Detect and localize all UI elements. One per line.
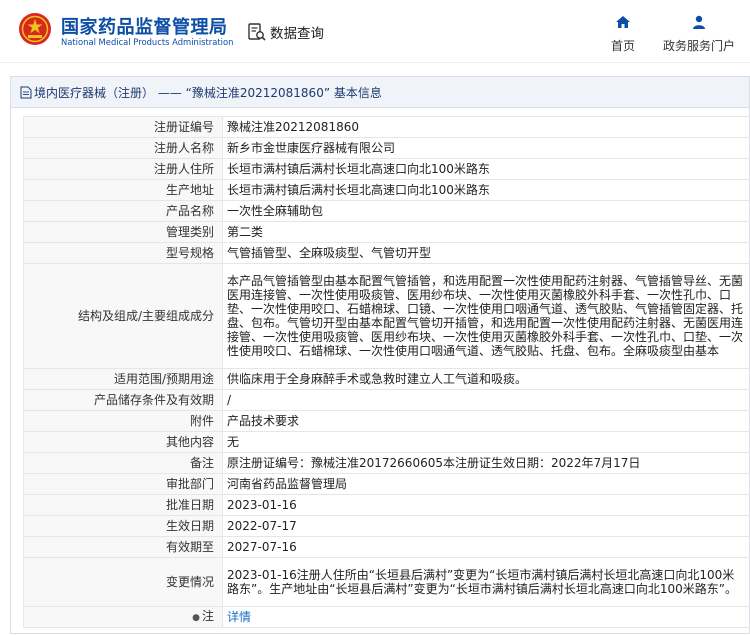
field-label: 注册人名称	[23, 137, 223, 159]
field-value: 本产品气管插管型由基本配置气管插管，和选用配置一次性使用配药注射器、气管插管导丝…	[222, 263, 750, 369]
field-value: /	[222, 389, 750, 411]
table-row: 变更情况 2023-01-16注册人住所由“长垣县后满村”变更为“长垣市满村镇后满…	[23, 557, 750, 607]
document-search-icon	[248, 23, 266, 41]
field-label: 型号规格	[23, 242, 223, 264]
user-icon	[693, 15, 705, 29]
field-label: 适用范围/预期用途	[23, 368, 223, 390]
field-value: 供临床用于全身麻醉手术或急救时建立人工气道和吸痰。	[222, 368, 750, 390]
field-label: 变更情况	[23, 557, 223, 607]
table-row: 生效日期 2022-07-17	[23, 515, 750, 537]
field-value: 长垣市满村镇后满村长垣北高速口向北100米路东	[222, 158, 750, 180]
table-row: 型号规格 气管插管型、全麻吸痰型、气管切开型	[23, 242, 750, 264]
field-label: 结构及组成/主要组成成分	[23, 263, 223, 369]
org-name-cn: 国家药品监督管理局	[61, 17, 228, 38]
field-label: 其他内容	[23, 431, 223, 453]
field-label: 生产地址	[23, 179, 223, 201]
field-value: 新乡市金世康医疗器械有限公司	[222, 137, 750, 159]
header-divider	[0, 62, 750, 63]
table-row: 生产地址 长垣市满村镇后满村长垣北高速口向北100米路东	[23, 179, 750, 201]
table-row: 备注 原注册证编号：豫械注准20172660605本注册证生效日期：2022年7月…	[23, 452, 750, 474]
field-value: 产品技术要求	[222, 410, 750, 432]
table-row: 附件 产品技术要求	[23, 410, 750, 432]
table-row: 有效期至 2027-07-16	[23, 536, 750, 558]
device-info-table: 注册证编号 豫械注准20212081860 注册人名称 新乡市金世康医疗器械有限公司注…	[23, 116, 750, 628]
field-value: 详情	[222, 606, 750, 628]
table-row: 结构及组成/主要组成成分 本产品气管插管型由基本配置气管插管，和选用配置一次性使用…	[23, 263, 750, 369]
nav-service-label: 政务服务门户	[662, 39, 735, 53]
data-query-link[interactable]: 数据查询	[247, 21, 324, 43]
table-row: 注册证编号 豫械注准20212081860	[23, 116, 750, 138]
field-label: 产品储存条件及有效期	[23, 389, 223, 411]
panel-title-text: 境内医疗器械（注册） —— “豫械注准20212081860” 基本信息	[34, 85, 382, 100]
field-label: 注册人住所	[23, 158, 223, 180]
table-row: 其他内容无	[23, 431, 750, 453]
field-value: 原注册证编号：豫械注准20172660605本注册证生效日期：2022年7月17…	[222, 452, 750, 474]
field-label: 备注	[23, 452, 223, 474]
details-link[interactable]: 详情	[227, 610, 251, 624]
field-label: 有效期至	[23, 536, 223, 558]
detail-panel: 境内医疗器械（注册） —— “豫械注准20212081860” 基本信息 注册证…	[10, 76, 750, 634]
panel-title: 境内医疗器械（注册） —— “豫械注准20212081860” 基本信息	[11, 77, 749, 108]
field-value: 2022-07-17	[222, 515, 750, 537]
nav-home[interactable]: 首页	[608, 14, 638, 54]
field-value: 豫械注准20212081860	[222, 116, 750, 138]
field-label: 生效日期	[23, 515, 223, 537]
field-label: 附件	[23, 410, 223, 432]
table-row: 管理类别 第二类	[23, 221, 750, 243]
org-name-en: National Medical Products Administration	[61, 37, 234, 47]
field-value: 无	[222, 431, 750, 453]
table-row: 批准日期 2023-01-16	[23, 494, 750, 516]
field-label: 审批部门	[23, 473, 223, 495]
table-row: 产品储存条件及有效期 /	[23, 389, 750, 411]
pushpin-icon: ●	[192, 613, 200, 623]
document-icon	[20, 86, 32, 98]
field-value: 长垣市满村镇后满村长垣北高速口向北100米路东	[222, 179, 750, 201]
field-label: 批准日期	[23, 494, 223, 516]
table-row: 注册人名称 新乡市金世康医疗器械有限公司	[23, 137, 750, 159]
table-row: 审批部门 河南省药品监督管理局	[23, 473, 750, 495]
note-label: 注	[201, 609, 214, 623]
field-value: 2023-01-16注册人住所由“长垣县后满村”变更为“长垣市满村镇后满村长垣北…	[222, 557, 750, 607]
field-value: 2027-07-16	[222, 536, 750, 558]
field-value: 河南省药品监督管理局	[222, 473, 750, 495]
field-label: 管理类别	[23, 221, 223, 243]
field-value: 气管插管型、全麻吸痰型、气管切开型	[222, 242, 750, 264]
nav-service-portal[interactable]: 政务服务门户	[660, 14, 738, 54]
table-row: 适用范围/预期用途 供临床用于全身麻醉手术或急救时建立人工气道和吸痰。	[23, 368, 750, 390]
field-label: 产品名称	[23, 200, 223, 222]
data-query-label: 数据查询	[270, 26, 324, 42]
site-header: 国家药品监督管理局 National Medical Products Admi…	[0, 0, 750, 63]
field-value: 第二类	[222, 221, 750, 243]
table-row: 注册人住所 长垣市满村镇后满村长垣北高速口向北100米路东	[23, 158, 750, 180]
field-value: 一次性全麻辅助包	[222, 200, 750, 222]
home-icon	[616, 16, 630, 28]
table-row-note: ● 注详情	[23, 606, 750, 628]
table-row: 产品名称 一次性全麻辅助包	[23, 200, 750, 222]
national-emblem-logo-icon	[19, 13, 51, 45]
field-value: 2023-01-16	[222, 494, 750, 516]
nav-home-label: 首页	[610, 39, 635, 53]
field-label: ● 注	[23, 606, 223, 628]
field-label: 注册证编号	[23, 116, 223, 138]
